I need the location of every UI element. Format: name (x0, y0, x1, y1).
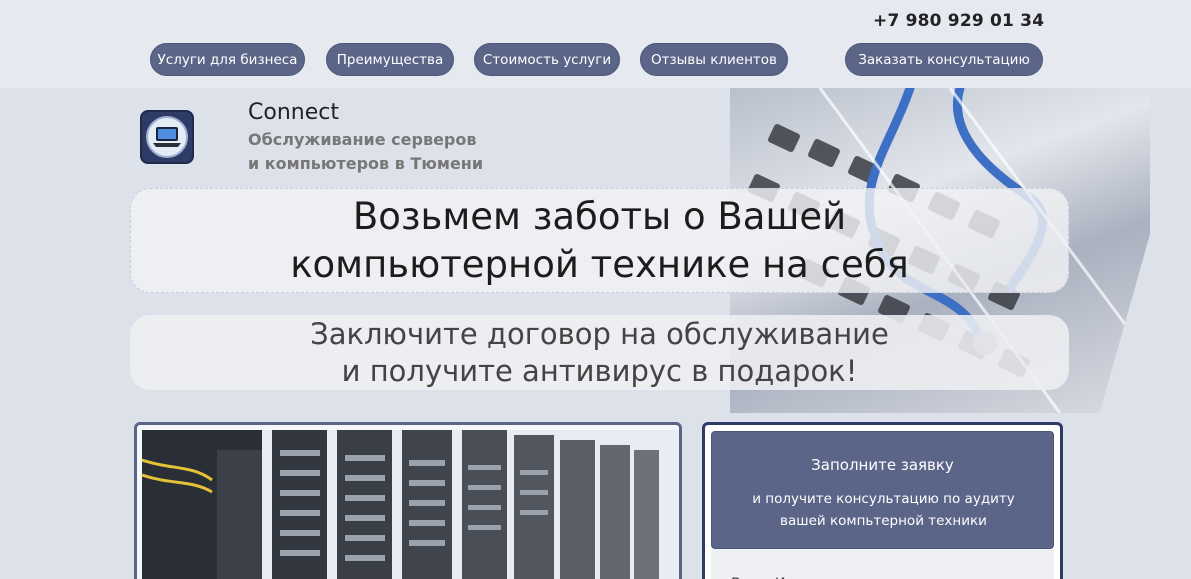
server-rack-photo (134, 422, 682, 579)
brand-tagline: Обслуживание серверов и компьютеров в Тю… (248, 128, 548, 176)
offer-line1: Заключите договор на обслуживание (310, 316, 889, 351)
name-input[interactable] (731, 569, 1031, 579)
form-subtitle: и получите консультацию по аудиту вашей … (732, 488, 1035, 532)
nav-button-advantages[interactable]: Преимущества (326, 43, 454, 76)
consultation-form: Заполните заявку и получите консультацию… (702, 422, 1063, 579)
headline-line2: компьютерной технике на себя (290, 242, 909, 286)
headline-banner: Возьмем заботы о Вашей компьютерной техн… (130, 188, 1069, 293)
offer-line2: и получите антивирус в подарок! (341, 353, 858, 388)
phone-number[interactable]: +7 980 929 01 34 (873, 11, 1044, 31)
brand-tagline-line1: Обслуживание серверов (248, 130, 477, 149)
nav-button-pricing[interactable]: Стоимость услуги (474, 43, 620, 76)
nav-button-business-services[interactable]: Услуги для бизнеса (150, 43, 305, 76)
main-headline: Возьмем заботы о Вашей компьютерной техн… (190, 193, 1010, 289)
form-title: Заполните заявку (811, 456, 954, 474)
form-header: Заполните заявку и получите консультацию… (711, 431, 1054, 549)
form-subtitle-line2: вашей компьтерной техники (780, 513, 987, 529)
headline-line1: Возьмем заботы о Вашей (352, 194, 847, 238)
form-subtitle-line1: и получите консультацию по аудиту (752, 491, 1015, 507)
form-body (711, 549, 1054, 579)
laptop-logo-icon[interactable] (140, 110, 194, 164)
offer-text: Заключите договор на обслуживание и полу… (220, 316, 980, 390)
brand-name: Connect (248, 100, 339, 125)
order-consultation-button[interactable]: Заказать консультацию (845, 43, 1043, 76)
brand-tagline-line2: и компьютеров в Тюмени (248, 154, 484, 173)
nav-button-reviews[interactable]: Отзывы клиентов (640, 43, 788, 76)
offer-banner: Заключите договор на обслуживание и полу… (130, 315, 1069, 390)
